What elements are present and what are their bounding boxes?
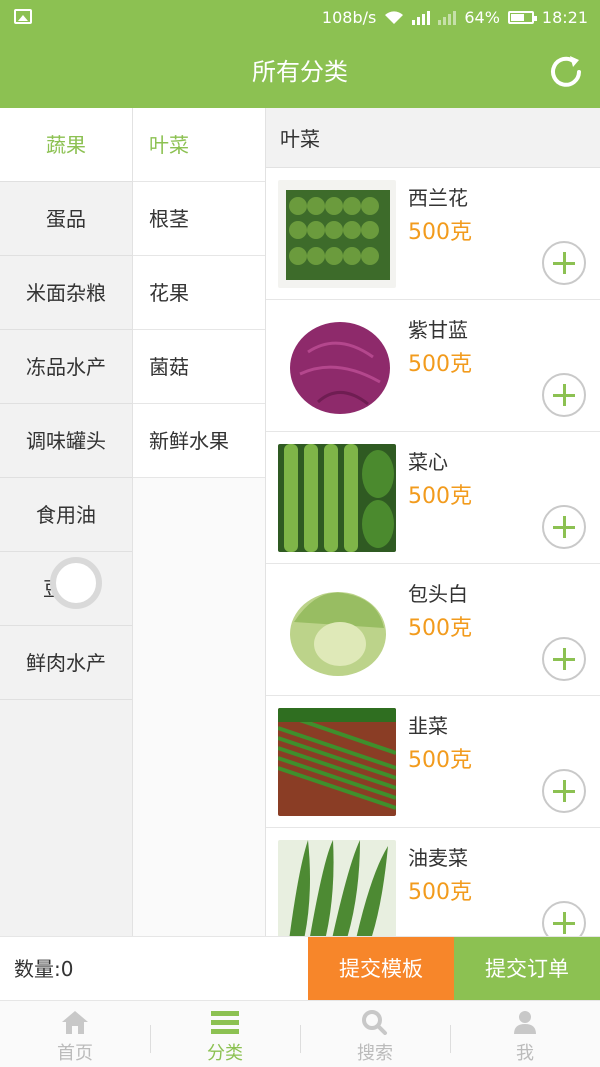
add-to-cart-button[interactable] bbox=[542, 505, 586, 549]
add-to-cart-button[interactable] bbox=[542, 901, 586, 936]
product-name: 油麦菜 bbox=[408, 846, 468, 870]
home-icon bbox=[62, 1011, 88, 1034]
product-price: 500克 bbox=[408, 484, 472, 509]
subcategory-item-leafy[interactable]: 叶菜 bbox=[133, 108, 265, 182]
product-price: 500克 bbox=[408, 352, 472, 377]
category-item-fruits-vegetables[interactable]: 蔬果 bbox=[0, 108, 132, 182]
chives-image bbox=[278, 708, 396, 816]
nav-divider bbox=[150, 1025, 151, 1053]
loading-spinner-icon bbox=[50, 557, 102, 609]
user-icon bbox=[514, 1011, 536, 1034]
product-price: 500克 bbox=[408, 880, 472, 905]
order-action-bar: 数量:0 提交模板 提交订单 bbox=[0, 936, 600, 1001]
tab-category-label: 分类 bbox=[207, 1043, 243, 1064]
nav-divider bbox=[450, 1025, 451, 1053]
product-item[interactable]: 菜心 500克 bbox=[266, 432, 600, 564]
search-icon bbox=[362, 1010, 387, 1035]
product-item[interactable]: 包头白 500克 bbox=[266, 564, 600, 696]
app-header: 所有分类 bbox=[0, 36, 600, 108]
broccoli-image bbox=[278, 180, 396, 288]
category-list: 蔬果 蛋品 米面杂粮 冻品水产 调味罐头 食用油 豆 品 鲜肉水产 bbox=[0, 108, 133, 936]
clock: 18:21 bbox=[541, 8, 588, 27]
category-item-frozen-seafood[interactable]: 冻品水产 bbox=[0, 330, 132, 404]
submit-order-button[interactable]: 提交订单 bbox=[454, 937, 600, 1001]
add-to-cart-button[interactable] bbox=[542, 637, 586, 681]
category-item-seasoning-cans[interactable]: 调味罐头 bbox=[0, 404, 132, 478]
tab-home-label: 首页 bbox=[57, 1043, 93, 1064]
product-price: 500克 bbox=[408, 616, 472, 641]
category-item-eggs[interactable]: 蛋品 bbox=[0, 182, 132, 256]
tab-home[interactable]: 首页 bbox=[0, 1001, 150, 1067]
add-to-cart-button[interactable] bbox=[542, 241, 586, 285]
page-title: 所有分类 bbox=[252, 58, 348, 86]
section-title: 叶菜 bbox=[266, 108, 600, 168]
category-item-cooking-oil[interactable]: 食用油 bbox=[0, 478, 132, 552]
product-item[interactable]: 紫甘蓝 500克 bbox=[266, 300, 600, 432]
add-to-cart-button[interactable] bbox=[542, 373, 586, 417]
product-list: 叶菜 西兰花 500克 紫甘蓝 500克 菜心 500克 包头白 500克 韭菜… bbox=[266, 108, 600, 936]
wifi-icon bbox=[385, 10, 404, 24]
red-cabbage-image bbox=[278, 312, 396, 420]
tab-search[interactable]: 搜索 bbox=[300, 1001, 450, 1067]
nav-divider bbox=[300, 1025, 301, 1053]
choy-sum-image bbox=[278, 444, 396, 552]
list-icon bbox=[211, 1011, 239, 1034]
product-name: 紫甘蓝 bbox=[408, 318, 468, 342]
subcategory-item-flower-fruit[interactable]: 花果 bbox=[133, 256, 265, 330]
quantity-label: 数量:0 bbox=[14, 957, 74, 981]
battery-percent: 64% bbox=[464, 8, 500, 27]
subcategory-list: 叶菜 根茎 花果 菌菇 新鲜水果 bbox=[133, 108, 266, 936]
category-item-grains[interactable]: 米面杂粮 bbox=[0, 256, 132, 330]
product-name: 西兰花 bbox=[408, 186, 468, 210]
network-speed: 108b/s bbox=[321, 8, 377, 27]
signal-icon bbox=[412, 10, 431, 25]
add-to-cart-button[interactable] bbox=[542, 769, 586, 813]
bottom-nav: 首页 分类 搜索 我 bbox=[0, 1000, 600, 1067]
product-item[interactable]: 韭菜 500克 bbox=[266, 696, 600, 828]
battery-icon bbox=[507, 11, 537, 24]
tab-search-label: 搜索 bbox=[357, 1043, 393, 1064]
image-notification-icon bbox=[14, 9, 32, 24]
submit-template-button[interactable]: 提交模板 bbox=[308, 937, 454, 1001]
tab-me[interactable]: 我 bbox=[450, 1001, 600, 1067]
subcategory-item-mushroom[interactable]: 菌菇 bbox=[133, 330, 265, 404]
subcategory-item-root[interactable]: 根茎 bbox=[133, 182, 265, 256]
lettuce-image bbox=[278, 840, 396, 936]
product-price: 500克 bbox=[408, 748, 472, 773]
cabbage-image bbox=[278, 576, 396, 684]
product-item[interactable]: 西兰花 500克 bbox=[266, 168, 600, 300]
tab-me-label: 我 bbox=[516, 1043, 534, 1064]
refresh-icon[interactable] bbox=[546, 52, 586, 92]
subcategory-item-fresh-fruit[interactable]: 新鲜水果 bbox=[133, 404, 265, 478]
product-name: 菜心 bbox=[408, 450, 448, 474]
tab-category[interactable]: 分类 bbox=[150, 1001, 300, 1067]
signal-2-icon bbox=[438, 10, 457, 25]
category-item-fresh-meat[interactable]: 鲜肉水产 bbox=[0, 626, 132, 700]
product-price: 500克 bbox=[408, 220, 472, 245]
product-name: 包头白 bbox=[408, 582, 468, 606]
product-name: 韭菜 bbox=[408, 714, 448, 738]
status-bar: 108b/s 64% 18:21 bbox=[0, 0, 600, 36]
product-item[interactable]: 油麦菜 500克 bbox=[266, 828, 600, 936]
